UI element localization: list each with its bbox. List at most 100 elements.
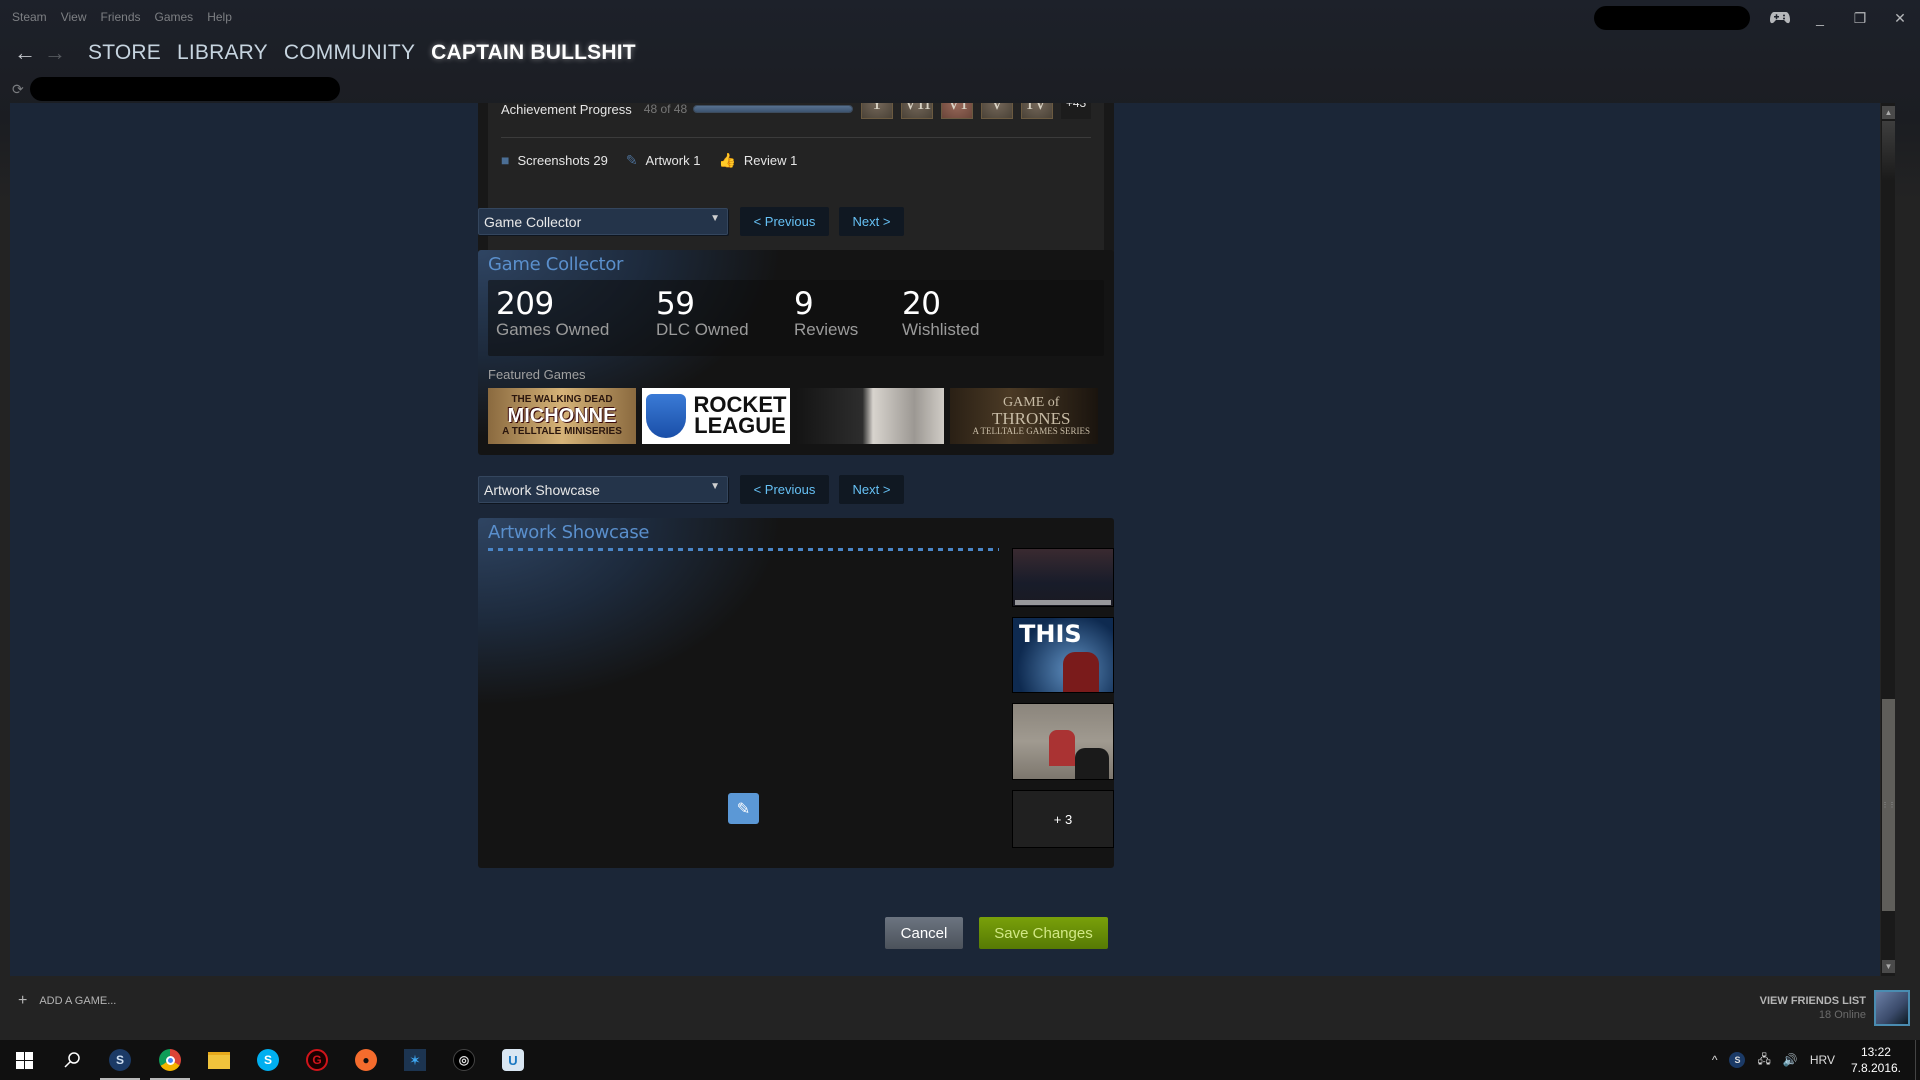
system-tray: ^ S 🖧 🔊 HRV 13:22 7.8.2016. [1706, 1040, 1920, 1080]
stat-reviews[interactable]: 9 Reviews [794, 286, 858, 340]
achievement-icons: Y VII VI V IV +43 [861, 103, 1091, 119]
menu-help[interactable]: Help [207, 10, 232, 24]
volume-icon[interactable]: 🔊 [1783, 1053, 1798, 1067]
featured-game-rocket-league[interactable]: ROCKET LEAGUE [642, 388, 790, 444]
redacted-url [30, 77, 340, 101]
game-logo-text: A TELLTALE MINISERIES [502, 425, 622, 437]
profile-edit-content: Achievement Progress 48 of 48 Y VII VI V… [10, 103, 1895, 976]
game-logo-text: A TELLTALE GAMES SERIES [972, 426, 1090, 436]
achievement-icon[interactable]: IV [1021, 103, 1053, 119]
garena-icon: G [306, 1049, 328, 1071]
stat-value: 20 [902, 286, 941, 322]
menu-friends[interactable]: Friends [100, 10, 140, 24]
achievement-progress-bar [693, 105, 854, 113]
artwork-thumbnail[interactable] [1012, 548, 1114, 607]
start-button[interactable] [0, 1040, 48, 1080]
search-button[interactable] [48, 1040, 96, 1080]
artwork-drop-target[interactable] [488, 548, 999, 551]
add-game-button[interactable]: + ADD A GAME... [18, 992, 116, 1010]
scroll-down-arrow-icon[interactable]: ▼ [1882, 960, 1895, 973]
featured-game-game-of-thrones[interactable]: GAME of THRONES A TELLTALE GAMES SERIES [950, 388, 1098, 444]
tab-community[interactable]: COMMUNITY [284, 41, 415, 65]
taskbar-battlenet[interactable]: ✶ [391, 1040, 439, 1080]
reload-icon[interactable]: ⟳ [12, 81, 28, 98]
avatar[interactable] [1874, 990, 1910, 1026]
bottom-bar: + ADD A GAME... VIEW FRIENDS LIST 18 Onl… [0, 978, 1920, 1040]
scrollbar-thumb[interactable]: ⋮⋮ [1882, 699, 1895, 911]
game-logo-text: THRONES [992, 409, 1071, 428]
chrome-icon [159, 1049, 181, 1071]
save-changes-button[interactable]: Save Changes [979, 917, 1108, 949]
stat-dlc-owned[interactable]: 59 DLC Owned [656, 286, 749, 340]
menu-view[interactable]: View [61, 10, 87, 24]
folder-icon [208, 1051, 230, 1069]
showcase-1-controls: Game Collector ▼ < Previous Next > [478, 207, 904, 236]
show-hidden-icons-chevron-up-icon[interactable]: ^ [1712, 1053, 1718, 1067]
artwork-link[interactable]: Artwork 1 [646, 153, 701, 168]
showcase-1-select[interactable]: Game Collector ▼ [478, 208, 728, 235]
vertical-scrollbar[interactable]: ▲ ⋮⋮ ▼ [1880, 103, 1895, 976]
scroll-up-arrow-icon[interactable]: ▲ [1882, 106, 1895, 119]
friends-list-button[interactable]: VIEW FRIENDS LIST 18 Online [1760, 990, 1910, 1026]
close-button[interactable]: ✕ [1880, 6, 1920, 30]
taskbar-skype[interactable]: S [244, 1040, 292, 1080]
chevron-down-icon: ▼ [710, 481, 720, 492]
language-indicator[interactable]: HRV [1810, 1053, 1835, 1067]
showcase-1-next-button[interactable]: Next > [839, 207, 904, 236]
taskbar-obs[interactable]: ◎ [440, 1040, 488, 1080]
clock-time: 13:22 [1860, 1045, 1891, 1059]
achievement-icon[interactable]: Y [861, 103, 893, 119]
divider [501, 137, 1091, 138]
screenshots-link[interactable]: Screenshots 29 [517, 153, 607, 168]
restore-button[interactable]: ❐ [1840, 6, 1880, 30]
windows-taskbar: S S G ● ✶ ◎ U ^ S 🖧 🔊 HRV 13:22 7.8.2016… [0, 1040, 1920, 1080]
taskbar-garena[interactable]: G [293, 1040, 341, 1080]
featured-game-rainbow-six-siege[interactable] [796, 388, 944, 444]
review-link[interactable]: Review 1 [744, 153, 797, 168]
achievement-progress-fill [694, 106, 853, 112]
taskbar-steam[interactable]: S [96, 1040, 144, 1080]
more-artwork[interactable]: + 3 [1012, 790, 1114, 848]
tab-store[interactable]: STORE [88, 41, 161, 65]
featured-game-walking-dead-michonne[interactable]: THE WALKING DEAD MICHONNE A TELLTALE MIN… [488, 388, 636, 444]
menu-bar: Steam View Friends Games Help [12, 10, 232, 24]
network-icon[interactable]: 🖧 [1757, 1050, 1770, 1071]
taskbar-chrome[interactable] [146, 1040, 194, 1080]
showcase-2-previous-button[interactable]: < Previous [740, 475, 829, 504]
brush-icon: ✎ [625, 151, 638, 168]
showcase-2-next-button[interactable]: Next > [839, 475, 904, 504]
menu-games[interactable]: Games [155, 10, 194, 24]
minimize-button[interactable]: _ [1800, 6, 1840, 30]
friends-online-count: 18 Online [1818, 1009, 1866, 1021]
artwork-thumbnail[interactable]: THIS [1012, 617, 1114, 693]
show-desktop-button[interactable] [1915, 1040, 1920, 1080]
edit-artwork-button[interactable]: ✎ [728, 793, 759, 824]
gamepad-icon[interactable] [1760, 6, 1800, 30]
thumbnail-caption: THIS [1019, 620, 1082, 648]
tab-profile[interactable]: CAPTAIN BULLSHIT [431, 41, 636, 65]
achievement-count: 48 of 48 [643, 103, 688, 116]
taskbar-origin[interactable]: ● [342, 1040, 390, 1080]
forward-arrow-icon[interactable]: → [40, 40, 70, 66]
pencil-icon: ✎ [736, 800, 751, 818]
stat-wishlisted[interactable]: 20 Wishlisted [902, 286, 979, 340]
stat-games-owned[interactable]: 209 Games Owned [496, 286, 609, 340]
achievement-icon[interactable]: V [981, 103, 1013, 119]
achievement-icon[interactable]: VII [901, 103, 933, 119]
taskbar-uplay[interactable]: U [489, 1040, 537, 1080]
stat-value: 9 [794, 286, 814, 322]
showcase-1-previous-button[interactable]: < Previous [740, 207, 829, 236]
back-arrow-icon[interactable]: ← [10, 40, 40, 66]
taskbar-file-explorer[interactable] [195, 1040, 243, 1080]
cancel-button[interactable]: Cancel [885, 917, 963, 949]
steam-window: Steam View Friends Games Help _ ❐ ✕ ← → … [0, 0, 1920, 1040]
menu-steam[interactable]: Steam [12, 10, 47, 24]
game-logo-text: MICHONNE [507, 404, 617, 427]
more-achievements[interactable]: +43 [1061, 103, 1091, 119]
artwork-thumbnail[interactable] [1012, 703, 1114, 780]
tab-library[interactable]: LIBRARY [177, 41, 268, 65]
achievement-icon[interactable]: VI [941, 103, 973, 119]
clock[interactable]: 13:22 7.8.2016. [1851, 1044, 1901, 1076]
showcase-2-select[interactable]: Artwork Showcase ▼ [478, 476, 728, 503]
steam-tray-icon[interactable]: S [1729, 1052, 1746, 1068]
